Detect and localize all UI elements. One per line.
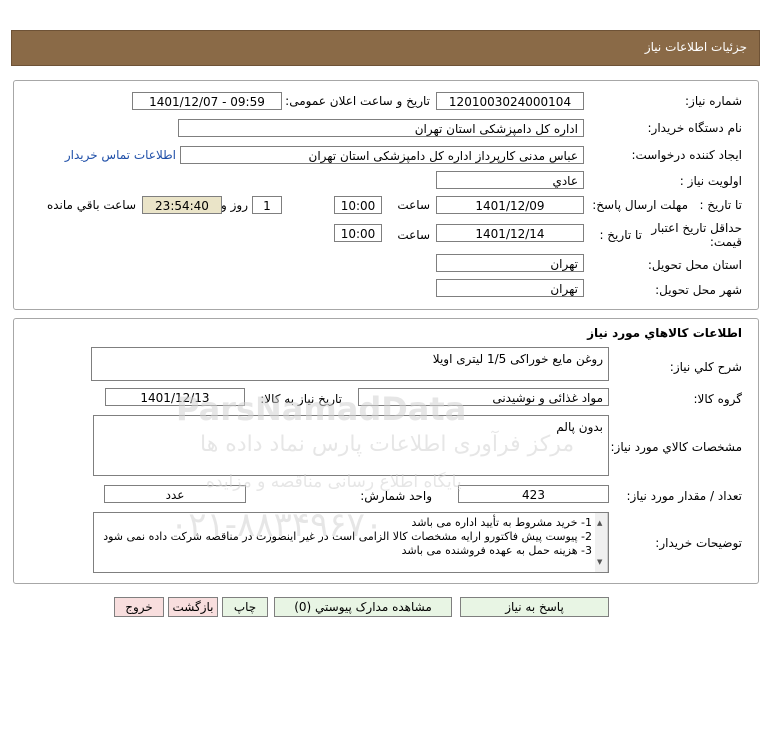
notes-scrollbar[interactable]: ▲ ▼ — [595, 513, 608, 572]
goods-section-title: اطلاعات کالاهاي مورد نیاز — [587, 326, 742, 340]
deadline-time-label: ساعت — [397, 198, 430, 212]
qty-field: 423 — [458, 485, 609, 503]
need-number-field: 1201003024000104 — [436, 92, 584, 110]
notes-label: توضیحات خریدار: — [655, 536, 742, 550]
remain-time-field: 23:54:40 — [142, 196, 222, 214]
need-info-panel — [13, 80, 759, 310]
qty-label: تعداد / مقدار مورد نیاز: — [626, 489, 742, 503]
desc-field: روغن مایع خوراکی 1/5 لیتری اویلا — [91, 347, 609, 381]
deadline-date-field: 1401/12/09 — [436, 196, 584, 214]
buyer-label: نام دستگاه خریدار: — [647, 121, 743, 135]
watermark-phone: ۰۲۱-۸۸۳۴۹۶۷۰ — [170, 505, 384, 545]
watermark-line1: مرکز فرآوری اطلاعات پارس نماد داده ها — [200, 432, 575, 457]
city-field: تهران — [436, 279, 584, 297]
note-line-3: 3- هزینه حمل به عهده فروشنده می باشد — [401, 544, 592, 557]
desc-label: شرح کلي نیاز: — [669, 360, 742, 374]
back-button[interactable]: بازگشت — [168, 597, 218, 617]
print-button[interactable]: چاپ — [222, 597, 268, 617]
validity-label-line1: حداقل تاریخ اعتبار — [651, 221, 742, 235]
deadline-time-field: 10:00 — [334, 196, 382, 214]
creator-field: عباس مدنی کارپرداز اداره کل دامپزشکی است… — [180, 146, 584, 164]
deadline-to-label: تا تاریخ : — [699, 198, 742, 212]
watermark-brand: ParsNamadData — [176, 390, 467, 428]
exit-button[interactable]: خروج — [114, 597, 164, 617]
attachments-button[interactable]: مشاهده مدارک پیوستي (0) — [274, 597, 452, 617]
validity-time-field: 10:00 — [334, 224, 382, 242]
remain-days-label: روز و — [221, 198, 248, 212]
priority-label: اولویت نیاز : — [679, 174, 742, 188]
validity-label-line2: قیمت: — [709, 235, 742, 249]
specs-label: مشخصات کالاي مورد نیاز: — [610, 440, 742, 454]
province-field: تهران — [436, 254, 584, 272]
remain-days-field: 1 — [252, 196, 282, 214]
validity-to-label: تا تاریخ : — [599, 228, 642, 242]
group-label: گروه کالا: — [693, 392, 743, 406]
validity-time-label: ساعت — [397, 228, 430, 242]
contact-buyer-link[interactable]: اطلاعات تماس خریدار — [65, 148, 176, 162]
watermark-line2: پایگاه اطلاع رسانی مناقصه و مزایده — [206, 472, 462, 492]
need-number-label: شماره نیاز: — [685, 94, 742, 108]
deadline-label: مهلت ارسال پاسخ: — [592, 198, 688, 212]
city-label: شهر محل تحویل: — [655, 283, 742, 297]
remain-label: ساعت باقي مانده — [46, 198, 136, 212]
creator-label: ایجاد کننده درخواست: — [631, 148, 742, 162]
announce-label: تاریخ و ساعت اعلان عمومی: — [285, 94, 430, 108]
page-title: جزئیات اطلاعات نیاز — [644, 40, 747, 54]
announce-field: 1401/12/07 - 09:59 — [132, 92, 282, 110]
province-label: استان محل تحویل: — [647, 258, 742, 272]
validity-date-field: 1401/12/14 — [436, 224, 584, 242]
page-header: جزئیات اطلاعات نیاز — [11, 30, 760, 66]
buyer-field: اداره کل دامپزشکی استان تهران — [178, 119, 584, 137]
reply-button[interactable]: پاسخ به نیاز — [460, 597, 609, 617]
priority-field: عادي — [436, 171, 584, 189]
